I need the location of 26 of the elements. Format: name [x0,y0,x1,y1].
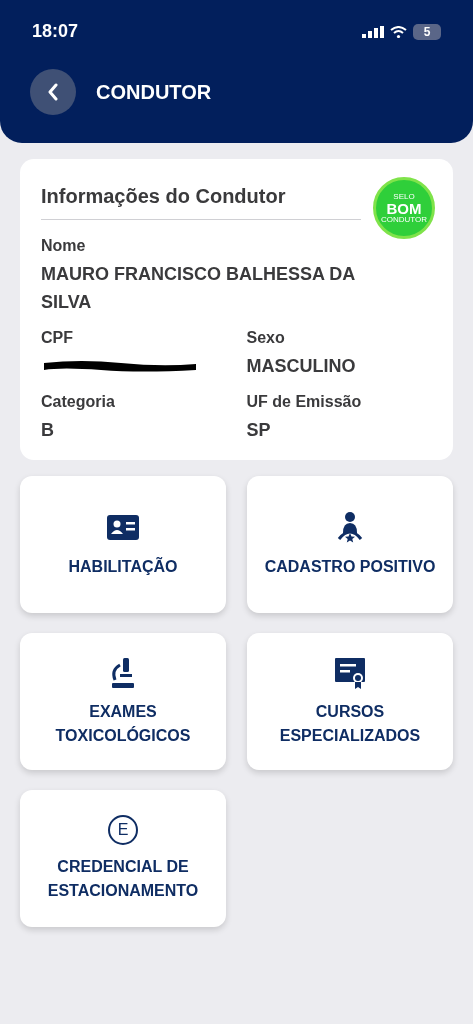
menu-tile[interactable]: CURSOS ESPECIALIZADOS [247,633,453,770]
certificate-icon [333,655,367,690]
field-label: Sexo [246,328,286,348]
badge-text: BOM [386,200,422,216]
field-value: MASCULINO [246,355,357,378]
field-label: CPF [41,328,74,348]
wifi-icon [390,25,407,38]
menu-tile[interactable]: CADASTRO POSITIVO [247,476,453,613]
menu-tile[interactable]: HABILITAÇÃO [20,476,226,613]
badge-text: SELO [393,192,415,201]
field-value: MAURO FRANCISCO BALHESSA DA SILVA [41,263,356,314]
field-label: Categoria [41,392,116,412]
field-value: B [41,419,55,442]
field-label: Nome [41,236,87,256]
signal-icon [362,25,384,38]
chevron-left-icon [47,83,59,101]
card-title: Informações do Condutor [41,185,286,207]
status-time: 18:07 [32,20,79,43]
back-button[interactable] [30,69,76,115]
page-title: CONDUTOR [96,80,212,105]
field-label: UF de Emissão [246,392,363,412]
menu-tile[interactable]: EXAMES TOXICOLÓGICOS [20,633,226,770]
badge-text: CONDUTOR [380,215,428,224]
menu-tile[interactable]: E CREDENCIAL DE ESTACIONAMENTO [20,790,226,927]
field-value: SP [246,419,272,442]
battery-indicator: 5 [413,23,441,40]
